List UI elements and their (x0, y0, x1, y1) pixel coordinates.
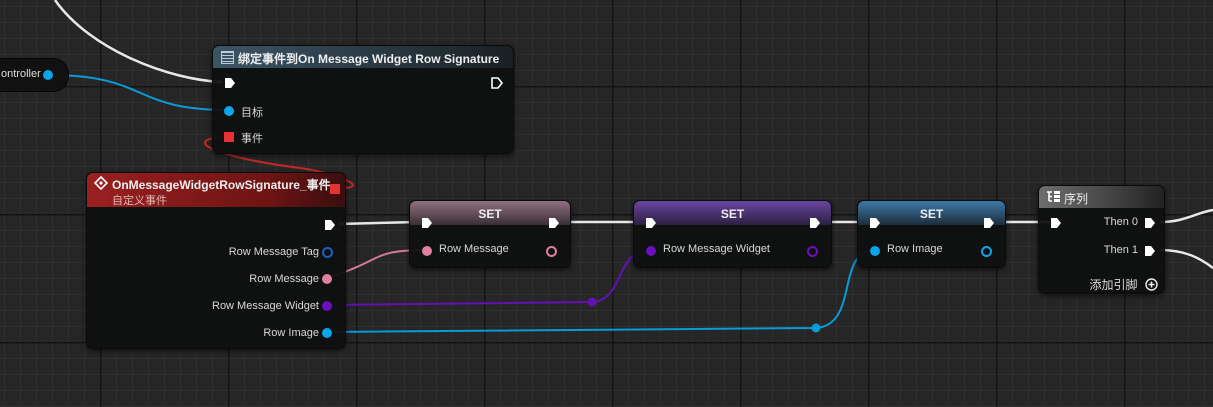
exec-in-pin-icon[interactable] (420, 216, 434, 230)
row-image-pin-label: Row Image (887, 243, 943, 255)
set-row-image-node[interactable]: SET Row Image (857, 200, 1006, 268)
exec-in-pin-icon[interactable] (1049, 216, 1063, 230)
object-out-pin-icon[interactable] (981, 246, 992, 257)
row-message-pin-label: Row Message (249, 273, 319, 285)
row-image-pin-label: Row Image (263, 327, 319, 339)
sequence-title: 序列 (1064, 192, 1089, 206)
target-pin-icon[interactable] (224, 106, 234, 116)
then-0-exec-pin-icon[interactable] (1143, 216, 1157, 230)
string-out-pin-icon[interactable] (546, 246, 557, 257)
exec-in-pin-icon[interactable] (868, 216, 882, 230)
exec-in-pin-icon[interactable] (644, 216, 658, 230)
wire-reroute-knot (587, 297, 597, 307)
exec-out-pin-icon[interactable] (490, 76, 504, 90)
exec-wire-incoming (53, 0, 223, 84)
string-pin-icon[interactable] (422, 246, 432, 256)
controller-variable-node[interactable]: ontroller (0, 58, 69, 92)
exec-out-pin-icon[interactable] (547, 216, 561, 230)
exec-out-pin-icon[interactable] (982, 216, 996, 230)
exec-wire-1 (337, 220, 419, 226)
set-header: SET (410, 201, 570, 225)
bind-event-header: 绑定事件到On Message Widget Row Signature (213, 46, 513, 68)
custom-event-node[interactable]: OnMessageWidgetRowSignature_事件 自定义事件 Row… (86, 172, 346, 349)
event-diamond-icon (94, 176, 108, 190)
widget-pin-icon[interactable] (646, 246, 656, 256)
target-pin-label: 目标 (241, 107, 263, 119)
then-1-exec-pin-icon[interactable] (1143, 244, 1157, 258)
then-0-pin-label: Then 0 (1103, 216, 1138, 228)
bind-event-node[interactable]: 绑定事件到On Message Widget Row Signature 目标 … (212, 45, 514, 154)
object-wire-target (47, 74, 229, 111)
delegate-out-pin-icon[interactable] (330, 184, 340, 194)
row-message-widget-pin-label: Row Message Widget (663, 243, 770, 255)
exec-in-pin-icon[interactable] (223, 76, 237, 90)
string-pin-icon[interactable] (322, 274, 332, 284)
event-delegate-pin-icon[interactable] (224, 132, 234, 142)
tag-pin-icon[interactable] (322, 247, 333, 258)
exec-wire-then0 (1159, 208, 1213, 224)
add-pin-button[interactable]: 添加引脚 (1090, 276, 1158, 292)
plus-circle-icon (1145, 278, 1158, 291)
object-pin-icon[interactable] (43, 70, 53, 80)
bind-event-title: 绑定事件到On Message Widget Row Signature (238, 52, 500, 66)
exec-out-pin-icon[interactable] (808, 216, 822, 230)
set-row-message-widget-node[interactable]: SET Row Message Widget (633, 200, 832, 268)
object-pin-icon[interactable] (322, 328, 332, 338)
set-title: SET (478, 207, 502, 221)
widget-pin-icon[interactable] (322, 301, 332, 311)
row-message-widget-pin-label: Row Message Widget (212, 300, 319, 312)
custom-event-title: OnMessageWidgetRowSignature_事件 (112, 178, 331, 192)
sequence-header: 序列 (1039, 186, 1164, 208)
object-pin-icon[interactable] (870, 246, 880, 256)
exec-out-pin-icon[interactable] (323, 218, 337, 232)
event-pin-label: 事件 (241, 133, 263, 145)
sequence-node[interactable]: 序列 Then 0 Then 1 添加引脚 (1038, 185, 1165, 294)
row-message-pin-label: Row Message (439, 243, 509, 255)
row-message-tag-pin-label: Row Message Tag (228, 246, 319, 258)
then-1-pin-label: Then 1 (1103, 244, 1138, 256)
set-title: SET (720, 207, 745, 221)
set-header: SET (634, 201, 831, 225)
custom-event-header: OnMessageWidgetRowSignature_事件 自定义事件 (87, 173, 345, 207)
set-row-message-node[interactable]: SET Row Message (409, 200, 571, 268)
exec-wire-then1 (1159, 248, 1213, 269)
custom-event-subtitle: 自定义事件 (112, 195, 167, 207)
add-pin-label: 添加引脚 (1089, 278, 1138, 292)
widget-out-pin-icon[interactable] (807, 246, 818, 257)
function-icon (221, 51, 234, 64)
variable-label: ontroller (1, 68, 41, 80)
wire-reroute-knot (811, 323, 821, 333)
sequence-icon (1047, 191, 1060, 202)
